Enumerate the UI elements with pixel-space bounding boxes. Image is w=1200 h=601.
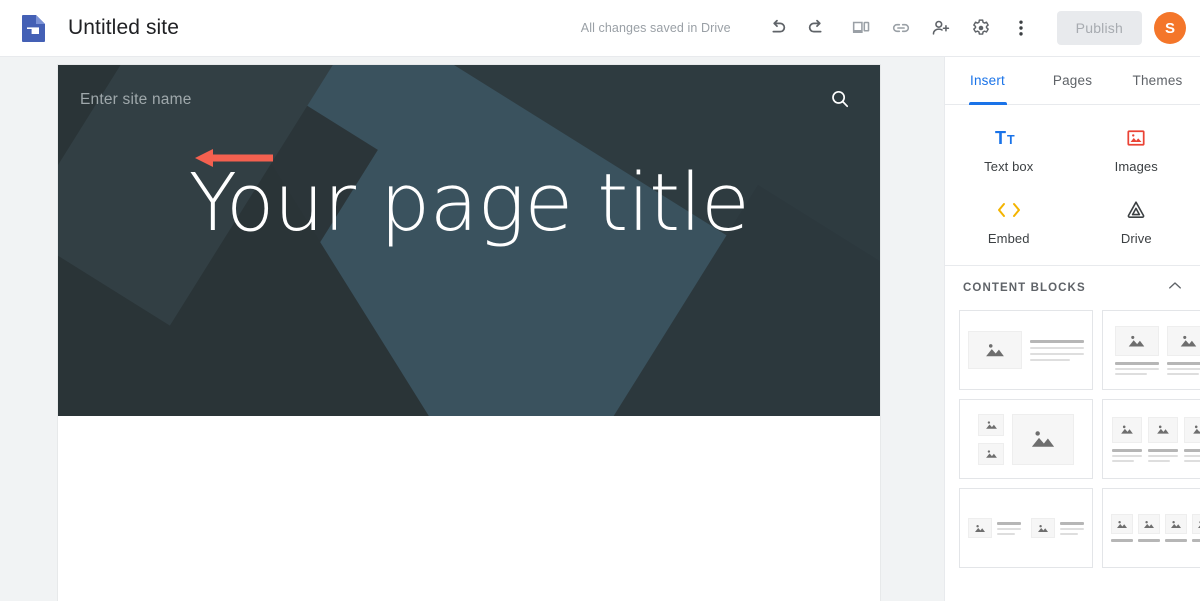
- add-editor-icon[interactable]: [921, 8, 961, 48]
- editor-body: Enter site name Your page title Insert P…: [0, 57, 1200, 601]
- content-block-option[interactable]: [959, 488, 1093, 568]
- section-title: CONTENT BLOCKS: [963, 282, 1086, 294]
- site-canvas[interactable]: Enter site name Your page title: [0, 57, 944, 601]
- insert-item-label: Images: [1114, 159, 1158, 174]
- insert-items-grid: T T Text box Images Embed Drive: [945, 105, 1200, 266]
- site-page-preview[interactable]: Enter site name Your page title: [58, 65, 880, 601]
- insert-drive-button[interactable]: Drive: [1073, 191, 1200, 253]
- gear-icon[interactable]: [961, 8, 1001, 48]
- tab-insert[interactable]: Insert: [945, 57, 1030, 104]
- content-block-option[interactable]: [959, 399, 1093, 479]
- insert-item-label: Text box: [984, 159, 1034, 174]
- insert-images-button[interactable]: Images: [1073, 119, 1200, 181]
- embed-code-icon: [995, 198, 1023, 222]
- tab-pages[interactable]: Pages: [1030, 57, 1115, 104]
- tab-themes[interactable]: Themes: [1115, 57, 1200, 104]
- copy-link-icon[interactable]: [881, 8, 921, 48]
- content-block-option[interactable]: [959, 310, 1093, 390]
- svg-text:T: T: [995, 128, 1006, 148]
- page-title-heading[interactable]: Your page title: [58, 159, 880, 247]
- content-block-option[interactable]: [1102, 399, 1200, 479]
- more-options-icon[interactable]: [1001, 8, 1041, 48]
- content-block-option[interactable]: [1102, 488, 1200, 568]
- avatar[interactable]: S: [1154, 12, 1186, 44]
- page-content-area[interactable]: [58, 416, 880, 601]
- text-box-icon: T T: [995, 126, 1023, 150]
- undo-icon[interactable]: [757, 8, 797, 48]
- content-block-option[interactable]: [1102, 310, 1200, 390]
- insert-item-label: Embed: [987, 231, 1030, 246]
- top-toolbar: Untitled site All changes saved in Drive: [0, 0, 1200, 57]
- insert-panel: Insert Pages Themes T T Text box Images …: [944, 57, 1200, 601]
- site-name-input[interactable]: Enter site name: [80, 91, 192, 109]
- annotation-arrow-icon: [195, 147, 273, 174]
- publish-button[interactable]: Publish: [1056, 11, 1142, 45]
- save-status-text: All changes saved in Drive: [580, 21, 731, 35]
- google-sites-icon[interactable]: [18, 13, 48, 43]
- panel-tabs: Insert Pages Themes: [945, 57, 1200, 105]
- google-drive-icon: [1124, 198, 1148, 222]
- content-blocks-grid: [945, 310, 1200, 582]
- search-icon[interactable]: [828, 87, 852, 116]
- svg-text:T: T: [1007, 133, 1015, 147]
- chevron-up-icon[interactable]: [1166, 277, 1184, 300]
- content-blocks-section-header[interactable]: CONTENT BLOCKS: [945, 266, 1200, 310]
- insert-embed-button[interactable]: Embed: [945, 191, 1073, 253]
- insert-text-box-button[interactable]: T T Text box: [945, 119, 1073, 181]
- page-title[interactable]: Untitled site: [68, 16, 179, 40]
- image-icon: [1125, 126, 1147, 150]
- redo-icon[interactable]: [797, 8, 837, 48]
- site-banner[interactable]: Enter site name Your page title: [58, 65, 880, 416]
- google-sites-editor: Untitled site All changes saved in Drive: [0, 0, 1200, 601]
- insert-item-label: Drive: [1120, 231, 1152, 246]
- preview-icon[interactable]: [841, 8, 881, 48]
